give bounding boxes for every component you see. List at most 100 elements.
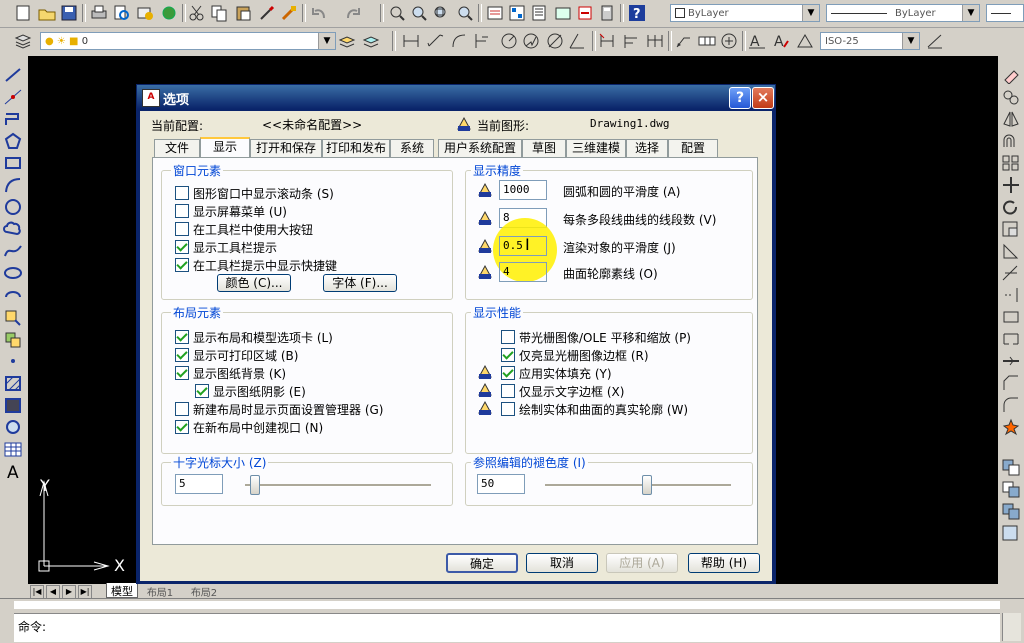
linetype-combo[interactable]: ByLayer ▼ (826, 4, 980, 22)
dim-edit-icon[interactable]: A (748, 32, 766, 50)
zoom-window-icon[interactable] (432, 4, 450, 22)
fillet-icon[interactable] (1001, 396, 1021, 414)
last-tab-icon[interactable]: ▶| (78, 585, 92, 599)
center-mark-icon[interactable] (720, 32, 738, 50)
checkbox-paper-shadow[interactable] (195, 384, 209, 398)
zoom-previous-icon[interactable] (456, 4, 474, 22)
tab-files[interactable]: 文件 (154, 139, 200, 157)
open-icon[interactable] (38, 4, 56, 22)
layer-combo[interactable]: ● ☀ ■ 0 ▼ (40, 32, 336, 50)
array-icon[interactable] (1001, 154, 1021, 172)
arc-smoothness-input[interactable]: 1000 (499, 180, 547, 200)
tab-layout2[interactable]: 布局2 (184, 584, 224, 599)
aligned-dim-icon[interactable] (426, 32, 444, 50)
radius-dim-icon[interactable] (500, 32, 518, 50)
xref-fade-input[interactable]: 50 (477, 474, 525, 494)
color-combo[interactable]: ByLayer ▼ (670, 4, 820, 22)
trim-icon[interactable] (1001, 264, 1021, 282)
polygon-icon[interactable] (3, 132, 23, 150)
cancel-button[interactable]: 取消 (526, 553, 598, 573)
command-input[interactable]: 命令: (14, 613, 1000, 642)
circle-icon[interactable] (3, 198, 23, 216)
block-editor-icon[interactable] (280, 4, 298, 22)
chamfer-icon[interactable] (1001, 374, 1021, 392)
checkbox-create-viewport[interactable] (175, 420, 189, 434)
table-icon[interactable] (3, 440, 23, 458)
dim-update-icon[interactable] (796, 32, 814, 50)
chevron-down-icon[interactable]: ▼ (902, 33, 919, 49)
chevron-down-icon[interactable]: ▼ (802, 5, 819, 21)
crosshair-slider-track[interactable] (245, 484, 431, 487)
help-dialog-button[interactable]: 帮助 (H) (688, 553, 760, 573)
dimstyle-manager-icon[interactable] (926, 32, 944, 50)
polyline-icon[interactable] (3, 110, 23, 128)
join-icon[interactable] (1001, 352, 1021, 370)
tool-palettes-icon[interactable] (530, 4, 548, 22)
contour-lines-input[interactable]: 4 (499, 262, 547, 282)
tab-drafting[interactable]: 草图 (522, 139, 566, 157)
quickcalc-icon[interactable] (598, 4, 616, 22)
continue-dim-icon[interactable] (646, 32, 664, 50)
extend-icon[interactable] (1001, 286, 1021, 304)
print-preview-icon[interactable] (112, 4, 130, 22)
cut-icon[interactable] (188, 4, 206, 22)
ordinate-dim-icon[interactable] (472, 32, 490, 50)
paste-icon[interactable] (234, 4, 252, 22)
checkbox-tooltip-shortcuts[interactable] (175, 258, 189, 272)
chevron-down-icon[interactable]: ▼ (318, 33, 335, 49)
make-block-icon[interactable] (3, 330, 23, 348)
print-icon[interactable] (90, 4, 108, 22)
tab-system[interactable]: 系统 (390, 139, 434, 157)
checkbox-text-frame[interactable] (501, 384, 515, 398)
dim-text-edit-icon[interactable]: A (772, 32, 790, 50)
help-button[interactable]: ? (729, 87, 751, 109)
new-icon[interactable] (14, 4, 32, 22)
layer-previous-icon[interactable] (362, 32, 380, 50)
draworder-back-icon[interactable] (1001, 480, 1021, 498)
checkbox-tooltips[interactable] (175, 240, 189, 254)
tab-open-save[interactable]: 打开和保存 (250, 139, 322, 157)
baseline-dim-icon[interactable] (622, 32, 640, 50)
crosshair-slider-thumb[interactable] (250, 475, 260, 495)
line-icon[interactable] (3, 66, 23, 84)
arc-length-dim-icon[interactable] (450, 32, 468, 50)
ellipse-icon[interactable] (3, 264, 23, 282)
break-at-point-icon[interactable] (1001, 308, 1021, 326)
rectangle-icon[interactable] (3, 154, 23, 172)
angular-dim-icon[interactable] (568, 32, 586, 50)
tab-selection[interactable]: 选择 (626, 139, 668, 157)
tab-user-preferences[interactable]: 用户系统配置 (438, 139, 522, 157)
markup-icon[interactable] (576, 4, 594, 22)
xref-fade-slider-track[interactable] (545, 484, 731, 487)
copy-icon[interactable] (210, 4, 228, 22)
quick-dim-icon[interactable] (598, 32, 616, 50)
jogged-dim-icon[interactable] (522, 32, 540, 50)
tab-display[interactable]: 显示 (200, 137, 250, 158)
checkbox-layout-tabs[interactable] (175, 330, 189, 344)
save-icon[interactable] (60, 4, 78, 22)
lineweight-combo[interactable] (986, 4, 1024, 22)
tab-model[interactable]: 模型 (106, 583, 138, 598)
checkbox-screen-menu[interactable] (175, 204, 189, 218)
first-tab-icon[interactable]: |◀ (30, 585, 44, 599)
erase-icon[interactable] (1001, 66, 1021, 85)
layer-manager-icon[interactable] (14, 32, 32, 50)
colors-button[interactable]: 颜色 (C)... (217, 274, 291, 292)
insert-block-icon[interactable] (3, 308, 23, 326)
copy-object-icon[interactable] (1001, 88, 1021, 106)
mirror-icon[interactable] (1001, 110, 1021, 128)
tolerance-icon[interactable] (698, 32, 716, 50)
horizontal-scrollbar[interactable] (238, 586, 994, 596)
zoom-realtime-icon[interactable] (410, 4, 428, 22)
3d-dwf-icon[interactable] (160, 4, 178, 22)
command-scrollbar[interactable] (1002, 613, 1021, 641)
revcloud-icon[interactable] (3, 220, 23, 238)
apply-button[interactable]: 应用 (A) (606, 553, 678, 573)
tab-3d-modeling[interactable]: 三维建模 (566, 139, 626, 157)
explode-icon[interactable] (1001, 418, 1021, 436)
help-icon[interactable]: ? (628, 4, 646, 22)
redo-icon[interactable] (344, 4, 362, 22)
prev-tab-icon[interactable]: ◀ (46, 585, 60, 599)
undo-icon[interactable] (310, 4, 328, 22)
checkbox-paper-background[interactable] (175, 366, 189, 380)
